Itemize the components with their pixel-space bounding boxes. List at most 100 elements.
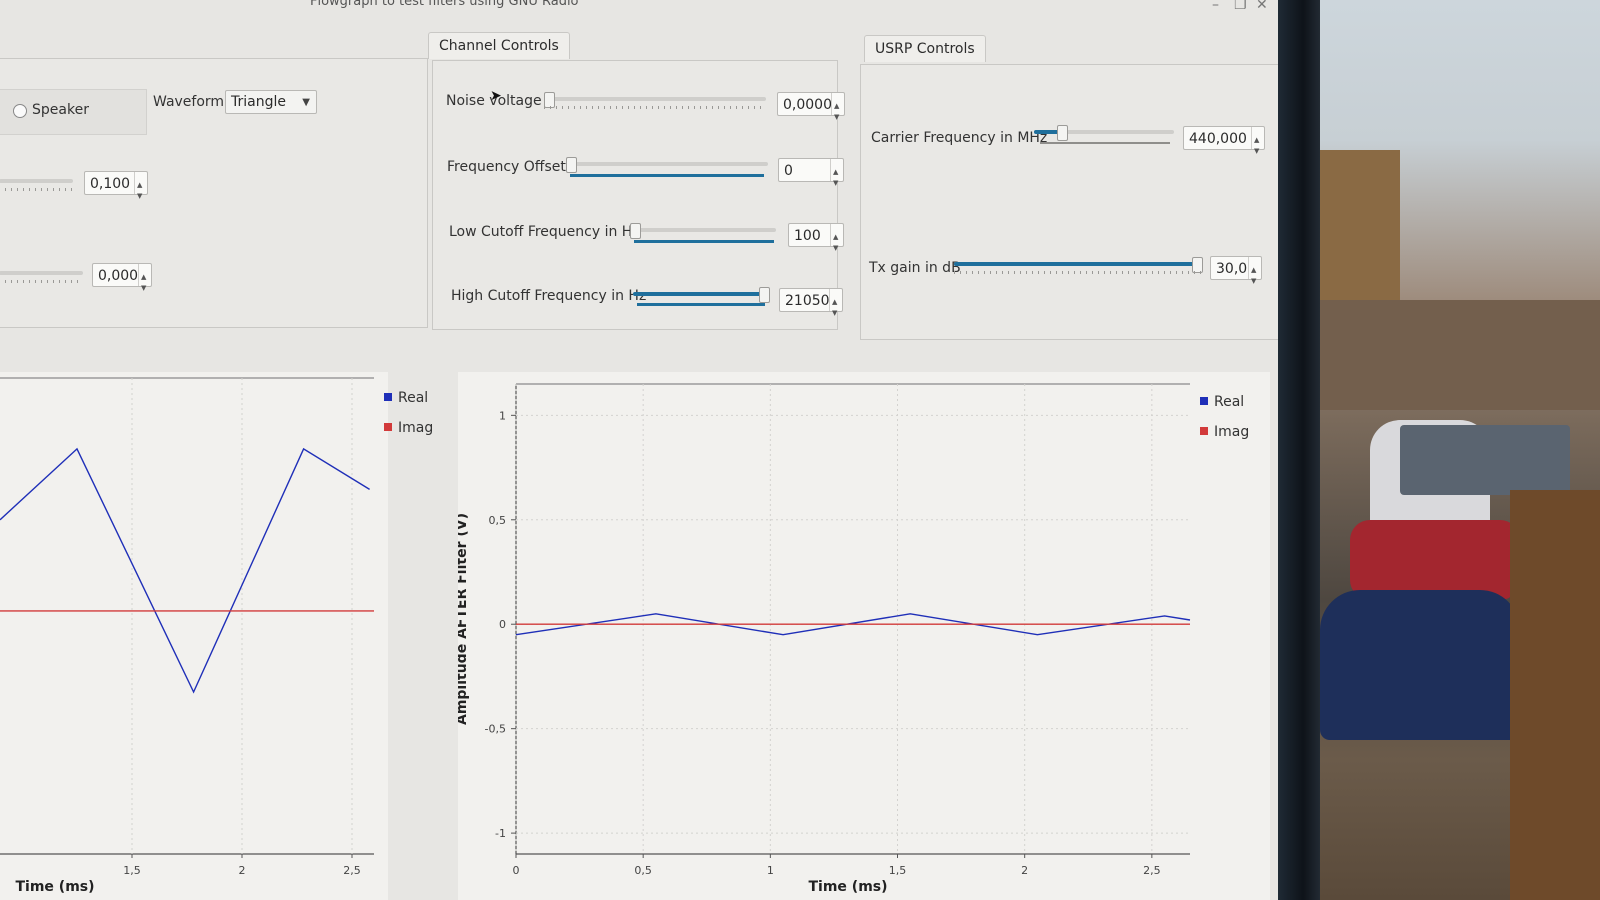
high-cutoff-slider[interactable] [633, 287, 770, 303]
frequency-offset-spinbox[interactable]: 0 ▲ ▼ [778, 158, 844, 187]
blue-chair-shape [1320, 590, 1520, 740]
carrier-frequency-value: 440,000 [1189, 131, 1247, 147]
frequency-offset-label: Frequency Offset [447, 159, 566, 175]
y-tick-label: 0,5 [489, 514, 507, 527]
waveform-label: Waveform: [153, 94, 229, 110]
noise-voltage-spinbox[interactable]: 0,0000 ▲ ▼ [777, 92, 845, 121]
y-axis-label: Amplitude AFTER Filter (V) [458, 513, 470, 725]
legend-real-label: Real [1214, 394, 1245, 410]
x-tick-label: 2,5 [343, 864, 361, 877]
tx-gain-spinbox[interactable]: 30,0 ▲ ▼ [1210, 256, 1262, 285]
y-tick-label: 0 [499, 618, 506, 631]
tx-gain-slider[interactable] [954, 257, 1203, 274]
gnuradio-window: Flowgraph to test filters using GNU Radi… [0, 0, 1278, 900]
tab-usrp-controls[interactable]: USRP Controls [864, 35, 986, 62]
carrier-frequency-spinbox[interactable]: 440,000 ▲ ▼ [1183, 126, 1265, 155]
high-cutoff-accent [637, 303, 765, 306]
source-controls-panel: Speaker Waveform: Triangle ▼ 0,100 ▲ ▼ 0,… [0, 58, 428, 328]
title-bar: Flowgraph to test filters using GNU Radi… [0, 0, 1278, 16]
x-tick-label: 0 [513, 864, 520, 877]
x-tick-label: 2,5 [1143, 864, 1161, 877]
waveform-select-value: Triangle [231, 94, 286, 110]
minimize-icon[interactable]: – [1212, 0, 1219, 13]
spin-down-icon[interactable]: ▼ [832, 301, 837, 325]
amplitude-spinbox[interactable]: 0,100 ▲ ▼ [84, 171, 148, 200]
instrument-shape [1400, 425, 1570, 495]
frequency-offset-value: 0 [784, 163, 793, 179]
window-title: Flowgraph to test filters using GNU Radi… [310, 0, 579, 9]
amplitude-slider[interactable] [0, 175, 73, 191]
wall-shelf-shape [1320, 300, 1600, 410]
close-icon[interactable]: ✕ [1256, 0, 1268, 13]
carrier-frequency-label: Carrier Frequency in MHz [871, 130, 1048, 146]
plot1-legend-imag[interactable]: Imag [384, 420, 433, 436]
x-tick-label: 1,5 [123, 864, 141, 877]
offset-slider[interactable] [0, 267, 83, 283]
plot2-legend-imag[interactable]: Imag [1200, 424, 1249, 440]
legend-imag-label: Imag [1214, 424, 1250, 440]
noise-voltage-value: 0,0000 [783, 97, 832, 113]
usrp-controls-panel [860, 64, 1278, 340]
speaker-radio[interactable] [13, 104, 27, 118]
tx-gain-value: 30,0 [1216, 261, 1248, 277]
tx-gain-label: Tx gain in dB [869, 260, 961, 276]
x-tick-label: 0,5 [634, 864, 652, 877]
y-tick-label: -0,5 [485, 723, 506, 736]
time-plot-after-filter[interactable]: 0 0,5 1 1,5 2 2,5 1 0,5 0 -0,5 -1 Time (ms) Amplitud… [454, 372, 1270, 900]
carrier-frequency-slider[interactable] [1034, 125, 1174, 141]
tab-channel-controls[interactable]: Channel Controls [428, 32, 570, 59]
spin-down-icon[interactable]: ▼ [141, 276, 146, 300]
spin-down-icon[interactable]: ▼ [1254, 139, 1259, 163]
offset-value: 0,000 [98, 268, 139, 284]
high-cutoff-value: 21050 [785, 293, 830, 309]
spin-down-icon[interactable]: ▼ [833, 171, 838, 195]
spin-down-icon[interactable]: ▼ [833, 236, 838, 260]
x-tick-label: 2 [1021, 864, 1028, 877]
legend-swatch-imag [1200, 427, 1208, 435]
restore-icon[interactable]: ❐ [1234, 0, 1247, 13]
spin-down-icon[interactable]: ▼ [834, 105, 839, 129]
low-cutoff-slider[interactable] [630, 223, 776, 239]
plot1-canvas: 1,5 2 2,5 Time (ms) [0, 377, 374, 895]
y-tick-label: 1 [499, 409, 506, 422]
low-cutoff-label: Low Cutoff Frequency in Hz [449, 224, 640, 240]
plot2-legend-real[interactable]: Real [1200, 394, 1244, 410]
waveform-select[interactable]: Triangle ▼ [225, 90, 317, 114]
red-chair-shape [1350, 520, 1520, 600]
series-line-real [0, 447, 370, 694]
monitor-bezel [1278, 0, 1320, 900]
legend-swatch-imag [384, 423, 392, 431]
low-cutoff-accent [634, 240, 774, 243]
plot2-canvas: 0 0,5 1 1,5 2 2,5 1 0,5 0 -0,5 -1 Time (ms) Amplitud… [454, 383, 1191, 895]
noise-voltage-slider[interactable] [544, 92, 766, 109]
high-cutoff-label: High Cutoff Frequency in Hz [451, 288, 647, 304]
carrier-frequency-accent [1040, 142, 1170, 144]
legend-imag-label: Imag [398, 420, 434, 436]
low-cutoff-value: 100 [794, 228, 821, 244]
low-cutoff-spinbox[interactable]: 100 ▲ ▼ [788, 223, 844, 252]
frequency-offset-accent [570, 174, 764, 177]
speaker-label: Speaker [32, 102, 89, 118]
amplitude-value: 0,100 [90, 176, 131, 192]
frequency-offset-slider[interactable] [566, 157, 768, 173]
x-tick-label: 1,5 [889, 864, 907, 877]
x-tick-label: 2 [239, 864, 246, 877]
mouse-cursor-icon: ➤ [490, 88, 502, 104]
cabinet-shape [1320, 150, 1400, 300]
x-tick-label: 1 [767, 864, 774, 877]
x-axis-label: Time (ms) [808, 879, 887, 895]
high-cutoff-spinbox[interactable]: 21050 ▲ ▼ [779, 288, 843, 317]
chevron-down-icon: ▼ [302, 97, 310, 108]
x-axis-label: Time (ms) [15, 879, 94, 895]
plot1-legend-real[interactable]: Real [384, 390, 428, 406]
legend-real-label: Real [398, 390, 429, 406]
legend-swatch-real [384, 393, 392, 401]
background-room-photo [1320, 0, 1600, 900]
time-plot-before-filter[interactable]: 1,5 2 2,5 Time (ms) [0, 372, 388, 900]
legend-swatch-real [1200, 397, 1208, 405]
spin-down-icon[interactable]: ▼ [137, 184, 142, 208]
desk-shape [1510, 490, 1600, 900]
offset-spinbox[interactable]: 0,000 ▲ ▼ [92, 263, 152, 292]
spin-down-icon[interactable]: ▼ [1251, 269, 1256, 293]
y-tick-label: -1 [495, 827, 506, 840]
